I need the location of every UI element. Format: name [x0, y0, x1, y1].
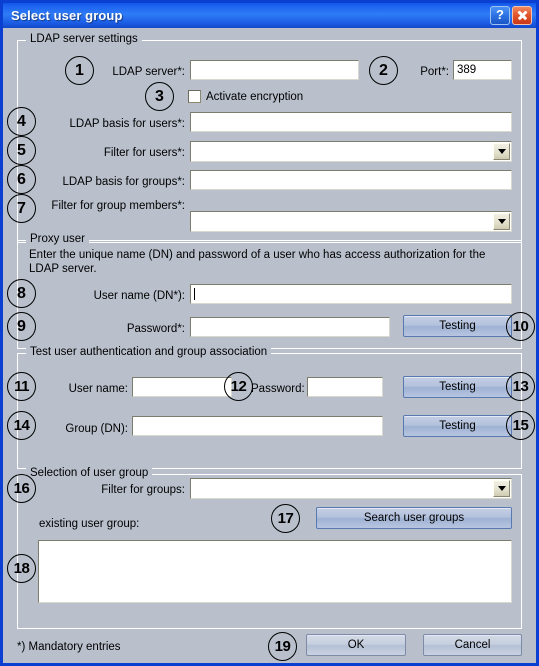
callout-5: 5: [7, 136, 36, 165]
title-bar: Select user group ?: [3, 3, 536, 28]
label-existing-user-group: existing user group:: [39, 518, 140, 530]
chevron-down-icon: [497, 486, 506, 491]
label-test-group-dn: Group (DN):: [65, 423, 128, 435]
input-test-password[interactable]: [307, 377, 383, 397]
input-ldap-basis-users[interactable]: [190, 112, 512, 132]
label-test-username: User name:: [68, 383, 128, 395]
input-proxy-password[interactable]: [190, 317, 390, 337]
button-proxy-testing[interactable]: Testing: [403, 315, 512, 337]
button-search-user-groups[interactable]: Search user groups: [316, 507, 512, 529]
label-ldap-basis-users: LDAP basis for users*:: [69, 118, 185, 130]
callout-1: 1: [65, 56, 94, 85]
close-icon: [517, 10, 528, 21]
combo-filter-users[interactable]: [190, 141, 512, 162]
callout-11: 11: [7, 372, 36, 401]
label-activate-encryption: Activate encryption: [206, 91, 304, 103]
input-ldap-basis-groups[interactable]: [190, 170, 512, 190]
callout-17: 17: [271, 504, 300, 533]
label-proxy-password: Password*:: [126, 323, 185, 335]
group-test-authentication: Test user authentication and group assoc…: [17, 346, 522, 469]
label-test-password: Password:: [251, 383, 305, 395]
callout-3: 3: [145, 82, 174, 111]
callout-6: 6: [7, 165, 36, 194]
window-title: Select user group: [11, 8, 123, 23]
text-cursor: [194, 288, 195, 300]
combo-filter-group-members[interactable]: [190, 211, 512, 232]
input-port[interactable]: 389: [453, 60, 512, 80]
callout-19: 19: [268, 632, 297, 661]
label-filter-group-members: Filter for group members*:: [51, 200, 185, 212]
dialog-window: Select user group ? LDAP server settings…: [0, 0, 539, 666]
chevron-down-icon: [497, 149, 506, 154]
input-test-group-dn[interactable]: [132, 416, 383, 436]
group-legend-test: Test user authentication and group assoc…: [26, 346, 272, 358]
combo-filter-group-members-button[interactable]: [493, 213, 510, 230]
combo-filter-users-value: [191, 142, 493, 161]
combo-filter-groups-button[interactable]: [493, 480, 510, 497]
group-legend-proxy: Proxy user: [26, 233, 89, 245]
mandatory-entries-note: *) Mandatory entries: [17, 641, 121, 653]
button-test-auth-testing[interactable]: Testing: [403, 376, 512, 398]
checkbox-activate-encryption[interactable]: [188, 90, 201, 103]
combo-filter-groups[interactable]: [190, 478, 512, 499]
proxy-description: Enter the unique name (DN) and password …: [29, 249, 486, 276]
combo-filter-group-members-value: [191, 212, 493, 231]
button-ok[interactable]: OK: [306, 634, 406, 656]
listbox-existing-user-groups[interactable]: [38, 540, 512, 603]
chevron-down-icon: [497, 219, 506, 224]
close-button[interactable]: [512, 6, 532, 25]
window-controls: ?: [490, 6, 532, 25]
label-port: Port*:: [420, 66, 449, 78]
group-legend-ldap: LDAP server settings: [26, 33, 142, 45]
callout-18: 18: [7, 554, 36, 583]
help-button[interactable]: ?: [490, 6, 510, 25]
label-filter-users: Filter for users*:: [103, 147, 185, 159]
callout-10: 10: [506, 312, 535, 341]
callout-8: 8: [7, 279, 36, 308]
callout-13: 13: [506, 372, 535, 401]
callout-9: 9: [7, 312, 36, 341]
callout-7: 7: [7, 194, 36, 223]
dialog-content: LDAP server settings LDAP server*: Port*…: [3, 28, 536, 663]
combo-filter-groups-value: [191, 479, 493, 498]
question-mark-icon: ?: [496, 7, 504, 22]
input-test-username[interactable]: [132, 377, 232, 397]
callout-2: 2: [369, 56, 398, 85]
input-ldap-server[interactable]: [190, 60, 359, 80]
combo-filter-users-button[interactable]: [493, 143, 510, 160]
callout-16: 16: [7, 474, 36, 503]
input-proxy-username[interactable]: [190, 284, 512, 304]
group-legend-selection: Selection of user group: [26, 467, 153, 479]
callout-15: 15: [506, 411, 535, 440]
label-proxy-username: User name (DN*):: [93, 290, 185, 302]
callout-4: 4: [7, 107, 36, 136]
label-filter-groups: Filter for groups:: [101, 484, 185, 496]
button-test-group-testing[interactable]: Testing: [403, 415, 512, 437]
button-cancel[interactable]: Cancel: [423, 634, 522, 656]
callout-12: 12: [224, 372, 253, 401]
label-ldap-basis-groups: LDAP basis for groups*:: [62, 176, 185, 188]
callout-14: 14: [7, 411, 36, 440]
